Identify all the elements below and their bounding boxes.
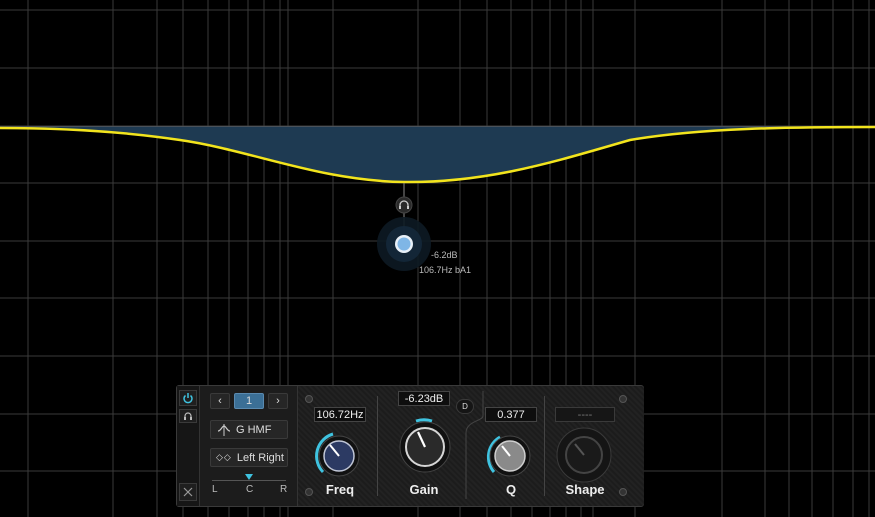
power-icon — [183, 393, 193, 404]
freq-value-field[interactable]: 106.72Hz — [314, 407, 366, 422]
pan-track — [212, 480, 286, 481]
listen-button[interactable] — [179, 409, 197, 423]
pan-slider[interactable]: L C R — [210, 474, 288, 498]
chevron-left-icon: ‹ — [218, 395, 222, 407]
d-button-label: D — [462, 402, 468, 411]
band-number: 1 — [245, 395, 253, 407]
band-type-selector[interactable]: G HMF — [210, 420, 288, 439]
close-icon — [183, 487, 193, 497]
q-label: Q — [505, 482, 517, 497]
node-listen-headphones-icon[interactable] — [395, 196, 413, 214]
gain-knob[interactable] — [392, 414, 458, 480]
channel-mode-selector[interactable]: ◇◇ Left Right — [210, 448, 288, 467]
separator — [377, 396, 378, 496]
freq-label: Freq — [325, 482, 355, 497]
power-button[interactable] — [179, 390, 197, 406]
channel-mode-label: Left Right — [236, 451, 284, 464]
prev-band-button[interactable]: ‹ — [210, 393, 230, 409]
pan-label-right: R — [280, 484, 288, 495]
band-type-label: G HMF — [236, 423, 272, 436]
next-band-button[interactable]: › — [268, 393, 288, 409]
gain-value-field[interactable]: -6.23dB — [398, 391, 450, 406]
headphones-icon — [184, 412, 192, 420]
bell-filter-icon — [218, 423, 230, 436]
shape-value: ---- — [577, 408, 593, 421]
shape-value-field[interactable]: ---- — [555, 407, 615, 422]
pan-label-left: L — [212, 484, 218, 495]
close-band-button[interactable] — [179, 483, 197, 501]
chevron-right-icon: › — [276, 395, 280, 407]
shape-knob[interactable] — [551, 422, 617, 488]
stereo-link-icon: ◇◇ — [216, 452, 232, 462]
q-knob[interactable] — [482, 428, 538, 484]
screw — [619, 395, 627, 403]
node-gain-readout: -6.2dB — [431, 250, 458, 260]
gain-value: -6.23dB — [404, 392, 444, 405]
screw — [305, 488, 313, 496]
knob-section: 106.72Hz Freq -6.23dB D Gain 0.377 Q ---… — [297, 386, 644, 506]
q-value-field[interactable]: 0.377 — [485, 407, 537, 422]
band-control-panel: ‹ 1 › G HMF ◇◇ Left Right L C R 106.72Hz… — [176, 385, 644, 507]
band-number-display[interactable]: 1 — [234, 393, 264, 409]
eq-curve-fill — [0, 127, 875, 183]
screw — [619, 488, 627, 496]
pan-label-center: C — [246, 484, 254, 495]
screw — [305, 395, 313, 403]
gain-label: Gain — [409, 482, 439, 497]
node-freq-readout: 106.7Hz bA1 — [419, 265, 472, 275]
separator — [544, 396, 545, 496]
panel-side-strip — [177, 386, 200, 506]
pan-indicator — [245, 474, 253, 480]
d-button[interactable]: D — [456, 399, 474, 414]
shape-label: Shape — [565, 482, 605, 497]
freq-knob[interactable] — [311, 428, 367, 484]
q-value: 0.377 — [497, 408, 525, 421]
freq-value: 106.72Hz — [316, 408, 364, 421]
